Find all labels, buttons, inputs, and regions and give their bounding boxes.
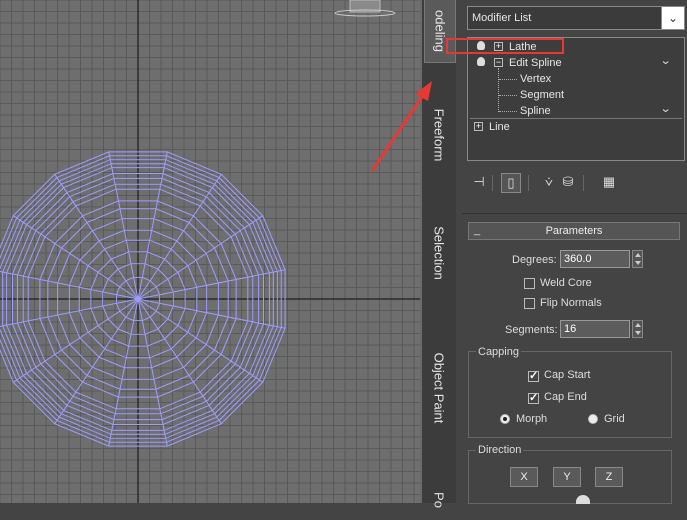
stack-item-label: Spline — [520, 105, 551, 117]
tab-freeform-label: Freeform — [431, 108, 447, 162]
tab-selection-label: Selection — [431, 225, 447, 280]
stack-item-vertex[interactable]: Vertex — [468, 71, 680, 87]
cap-start-label: Cap Start — [544, 369, 591, 381]
lightbulb-icon[interactable] — [477, 57, 485, 66]
weld-core-checkbox[interactable] — [524, 278, 535, 289]
stack-item-label: Edit Spline — [509, 57, 562, 69]
weld-core-label: Weld Core — [540, 277, 592, 289]
tab-selection[interactable]: Selection — [424, 205, 454, 300]
flip-normals-checkbox[interactable] — [524, 298, 535, 309]
toolbar-divider — [492, 175, 493, 191]
stack-item-label: Line — [489, 121, 510, 133]
morph-label: Morph — [516, 413, 548, 425]
cap-end-label: Cap End — [544, 391, 587, 403]
stack-item-line[interactable]: + Line — [468, 119, 680, 135]
collapse-minus-icon[interactable]: − — [494, 58, 503, 67]
cap-start-checkbox[interactable] — [528, 369, 539, 382]
direction-group-title: Direction — [476, 444, 524, 456]
toolbar-divider — [528, 175, 529, 191]
degrees-spinner[interactable] — [632, 250, 643, 268]
direction-x-button[interactable]: X — [510, 467, 538, 487]
chevron-down-icon[interactable]: ⌄ — [661, 7, 684, 29]
flip-normals-label: Flip Normals — [540, 297, 602, 309]
lathe-highlight-box — [446, 38, 564, 54]
tree-branch — [499, 95, 517, 96]
morph-radio[interactable] — [500, 414, 510, 424]
show-end-result-icon[interactable]: ▯ — [501, 173, 521, 193]
stack-item-label: Segment — [520, 89, 565, 101]
modifier-list-value: Modifier List — [472, 12, 532, 24]
modify-panel: Modifier List ⌄ + Lathe − Edit Spline ⌄ … — [456, 0, 687, 504]
parameters-rollout: _ Parameters Degrees: 360.0 Weld Core Fl… — [462, 213, 687, 504]
viewport[interactable] — [0, 0, 420, 503]
direction-z-button[interactable]: Z — [595, 467, 623, 487]
degrees-field[interactable]: 360.0 — [560, 250, 630, 268]
viewport-canvas[interactable] — [0, 0, 420, 503]
command-panel-tabs: odeling Freeform Selection Object Paint … — [420, 0, 456, 508]
parameters-rollout-header[interactable]: _ Parameters — [468, 222, 680, 240]
tab-populate[interactable]: Po — [424, 480, 454, 520]
grid-label: Grid — [604, 413, 625, 425]
segments-label: Segments: — [505, 324, 558, 336]
tab-populate-label: Po — [431, 492, 447, 508]
configure-modifier-sets-icon[interactable]: ▦ — [600, 173, 618, 191]
stack-item-segment[interactable]: Segment — [468, 87, 680, 103]
tab-object-paint[interactable]: Object Paint — [424, 330, 454, 445]
grid-radio[interactable] — [588, 414, 598, 424]
segments-field[interactable]: 16 — [560, 320, 630, 338]
expand-plus-icon[interactable]: + — [474, 122, 483, 131]
stack-item-spline[interactable]: Spline ⌄ — [468, 103, 680, 119]
tree-branch — [499, 79, 517, 80]
remove-modifier-icon[interactable]: ⛁ — [559, 173, 577, 191]
modifier-stack: + Lathe − Edit Spline ⌄ Vertex Segment S… — [467, 37, 685, 161]
tab-object-paint-label: Object Paint — [431, 352, 447, 423]
toolbar-divider — [583, 175, 584, 191]
subobject-check-icon: ⌄ — [659, 55, 672, 67]
stack-item-label: Vertex — [520, 73, 552, 85]
segments-spinner[interactable] — [632, 320, 643, 338]
capping-group-title: Capping — [476, 346, 521, 358]
modifier-list-dropdown[interactable]: Modifier List ⌄ — [467, 6, 685, 30]
direction-y-button[interactable]: Y — [553, 467, 581, 487]
tree-branch — [499, 111, 517, 112]
cap-end-checkbox[interactable] — [528, 391, 539, 404]
degrees-label: Degrees: — [512, 254, 557, 266]
rollout-title: Parameters — [545, 225, 603, 237]
tab-freeform[interactable]: Freeform — [424, 85, 454, 185]
subobject-check-icon: ⌄ — [659, 103, 672, 115]
pin-stack-icon[interactable]: ⊣ — [470, 173, 488, 191]
make-unique-icon[interactable]: ⩒ — [540, 173, 558, 191]
